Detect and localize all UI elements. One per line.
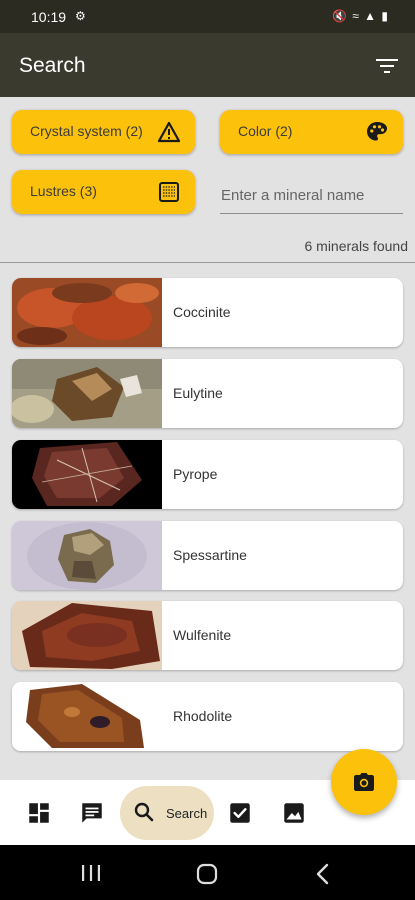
wulfenite-image [12, 601, 162, 670]
color-label: Color (2) [238, 123, 293, 139]
results-count: 6 minerals found [304, 238, 408, 254]
camera-icon [354, 773, 374, 791]
crystal-system-chip[interactable]: Crystal system (2) [12, 110, 195, 154]
system-navigation-bar [0, 845, 415, 900]
image-icon[interactable] [281, 800, 307, 826]
mineral-name-input[interactable] [220, 178, 403, 214]
app-bar: Search [0, 33, 415, 97]
page-title: Search [19, 54, 86, 77]
spessartine-image [12, 521, 162, 590]
pyrope-image [12, 440, 162, 509]
coccinite-image [12, 278, 162, 347]
gear-icon: ⚙ [75, 9, 86, 23]
mineral-card-rhodolite[interactable]: Rhodolite [12, 682, 403, 751]
nav-search-label: Search [166, 806, 208, 821]
mineral-card-coccinite[interactable]: Coccinite [12, 278, 403, 347]
lustres-label: Lustres (3) [30, 183, 97, 199]
back-icon[interactable] [314, 863, 332, 885]
status-icons: 🔇 ≈ ▲ ▮ [331, 9, 389, 23]
recent-apps-icon[interactable] [80, 863, 102, 883]
mineral-name: Eulytine [173, 385, 223, 401]
mineral-name: Pyrope [173, 466, 218, 482]
texture-icon [159, 182, 179, 202]
rhodolite-image [12, 682, 162, 751]
eulytine-image [12, 359, 162, 428]
lustres-chip[interactable]: Lustres (3) [12, 170, 195, 214]
color-chip[interactable]: Color (2) [220, 110, 403, 154]
mineral-card-wulfenite[interactable]: Wulfenite [12, 601, 403, 670]
dashboard-icon[interactable] [26, 800, 52, 826]
mineral-name: Rhodolite [173, 708, 233, 724]
divider [0, 262, 415, 263]
nav-search[interactable]: Search [120, 786, 214, 840]
camera-fab-button[interactable] [331, 749, 397, 815]
mineral-name: Coccinite [173, 304, 231, 320]
mineral-card-pyrope[interactable]: Pyrope [12, 440, 403, 509]
status-time: 10:19 [31, 9, 67, 25]
checkbox-icon[interactable] [227, 800, 253, 826]
chat-icon[interactable] [79, 800, 105, 826]
search-icon [134, 802, 154, 822]
home-icon[interactable] [196, 863, 218, 885]
mineral-name: Spessartine [173, 547, 247, 563]
mineral-name: Wulfenite [173, 627, 232, 643]
filter-icon[interactable] [376, 57, 398, 75]
mineral-card-spessartine[interactable]: Spessartine [12, 521, 403, 590]
palette-icon [367, 122, 387, 141]
status-bar: 10:19 ⚙ 🔇 ≈ ▲ ▮ [0, 0, 415, 33]
crystal-system-label: Crystal system (2) [30, 123, 143, 139]
warning-icon [157, 121, 181, 143]
mineral-card-eulytine[interactable]: Eulytine [12, 359, 403, 428]
